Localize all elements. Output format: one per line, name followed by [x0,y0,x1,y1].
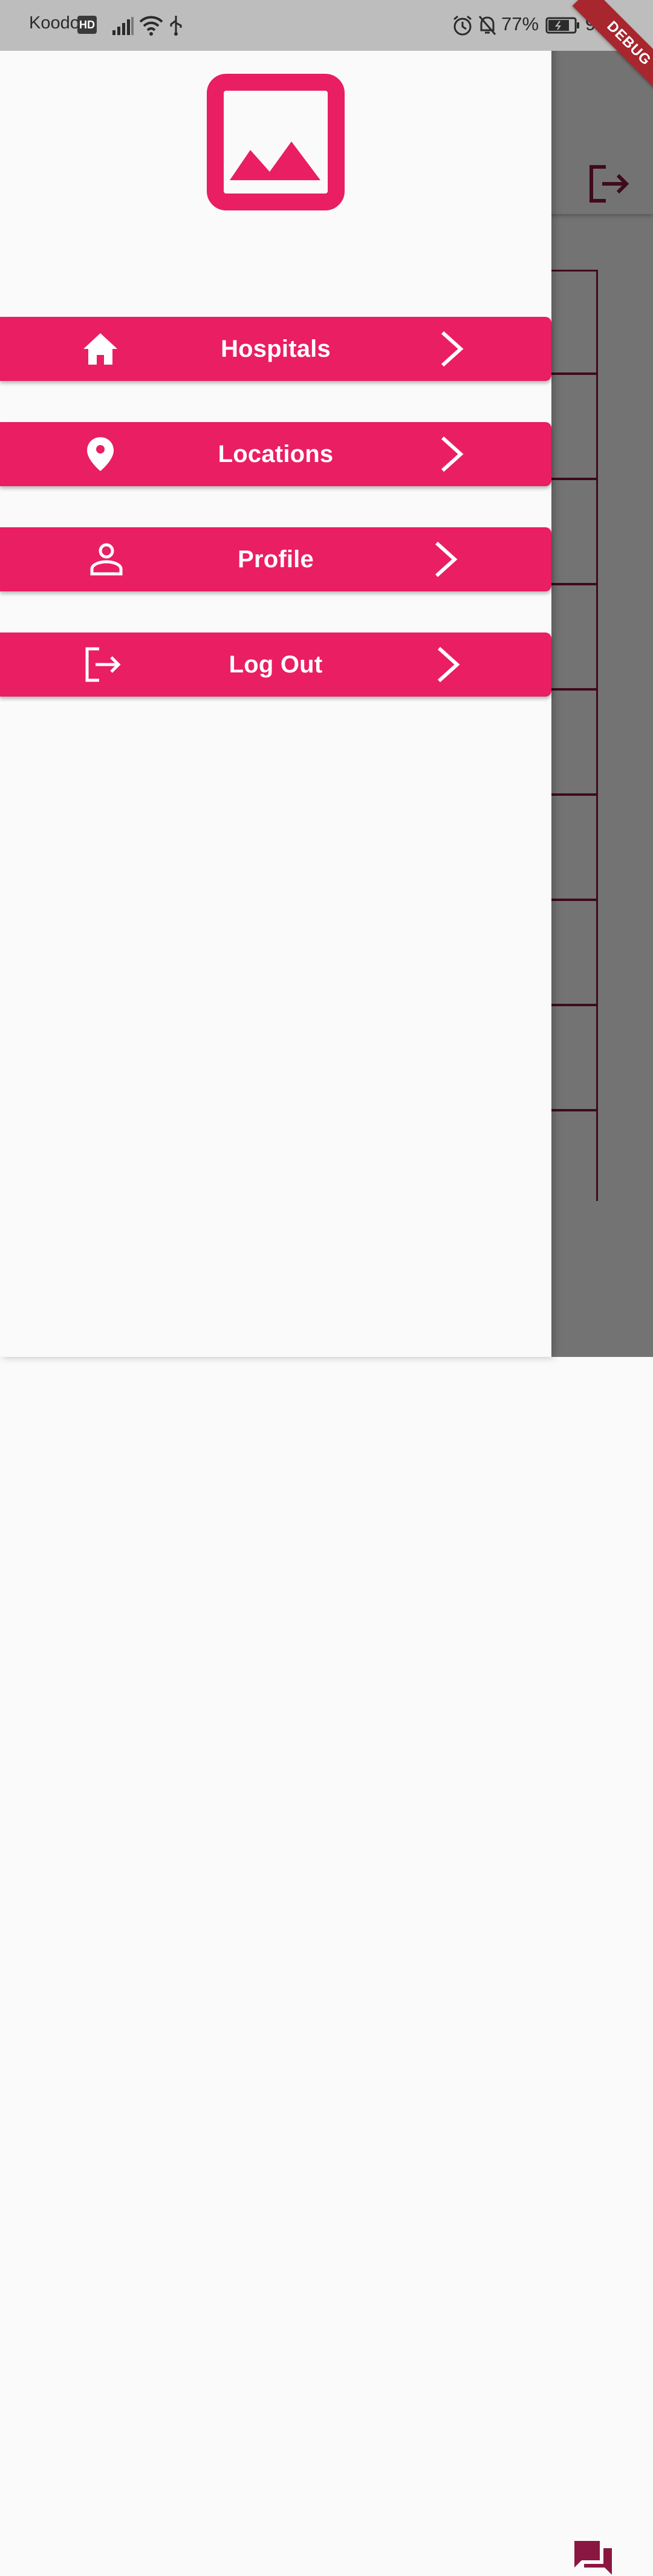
image-icon [207,74,345,210]
menu-item-label: Log Out [229,651,323,678]
usb-icon [170,16,182,36]
menu-item-profile[interactable]: Profile [0,527,551,591]
wifi-icon [139,16,163,36]
chevron-right-icon [437,646,460,683]
notifications-off-icon [478,16,496,35]
battery-percent: 77% [501,13,539,34]
menu-item-label: Profile [238,546,314,573]
menu-item-hospitals[interactable]: Hospitals [0,317,551,381]
status-bar: Koodo HD 77% 9:19 [0,0,653,51]
signal-icon [112,17,134,35]
hd-badge: HD [77,16,97,34]
menu-item-label: Locations [218,441,334,467]
menu-item-label: Hospitals [221,336,331,362]
menu-item-locations[interactable]: Locations [0,422,551,486]
chevron-right-icon [441,331,464,367]
chat-icon[interactable] [573,2539,613,2576]
menu-item-logout[interactable]: Log Out [0,633,551,697]
alarm-icon [453,15,472,36]
navigation-drawer: Hospitals Locations Profile Log Out [0,0,551,1357]
carrier-name: Koodo [29,13,80,33]
battery-charging-icon [545,17,579,34]
chevron-right-icon [435,541,458,577]
chevron-right-icon [441,436,464,472]
